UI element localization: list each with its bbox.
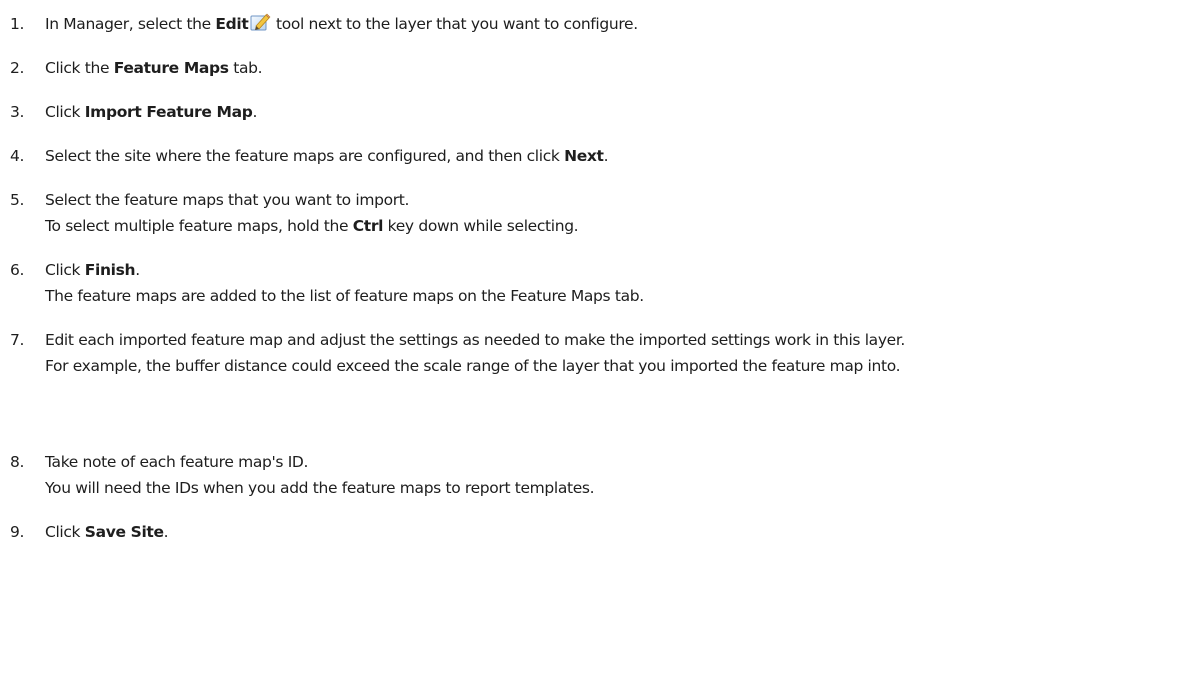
step-number: 4. — [10, 147, 25, 165]
step-text: Edit each imported feature map and adjus… — [45, 331, 906, 349]
step-1: 1. In Manager, select the Edit tool next… — [10, 11, 1186, 37]
step-text: In Manager, select the Edit tool next to… — [45, 11, 1186, 37]
ui-label: Import Feature Map — [84, 103, 253, 121]
step-text: Take note of each feature map's ID. — [45, 453, 309, 471]
step-number: 9. — [10, 523, 25, 541]
step-text: Select the site where the feature maps a… — [45, 147, 609, 165]
step-6: 6. Click Finish. The feature maps are ad… — [10, 257, 1186, 309]
ui-label: Finish — [84, 261, 136, 279]
step-9: 9. Click Save Site. — [10, 519, 1186, 545]
pencil-edit-icon — [250, 12, 271, 32]
step-text: Click Save Site. — [45, 523, 169, 541]
procedure-steps: 1. In Manager, select the Edit tool next… — [0, 0, 1194, 675]
step-number: 8. — [10, 453, 25, 471]
ui-label: Next — [564, 147, 604, 165]
step-text: Click Finish. — [45, 261, 140, 279]
step-4: 4. Select the site where the feature map… — [10, 143, 1186, 169]
ui-label: Save Site — [84, 523, 164, 541]
step-2: 2. Click the Feature Maps tab. — [10, 55, 1186, 81]
step-note: For example, the buffer distance could e… — [45, 357, 901, 375]
step-note: To select multiple feature maps, hold th… — [45, 217, 579, 235]
step-text: Click the Feature Maps tab. — [45, 59, 263, 77]
key-label: Ctrl — [352, 217, 384, 235]
step-text: Select the feature maps that you want to… — [45, 191, 410, 209]
step-note: The feature maps are added to the list o… — [45, 287, 644, 305]
ui-label: Feature Maps — [113, 59, 229, 77]
step-5: 5. Select the feature maps that you want… — [10, 187, 1186, 239]
step-7: 7. Edit each imported feature map and ad… — [10, 327, 1186, 379]
step-number: 3. — [10, 103, 25, 121]
step-number: 5. — [10, 191, 25, 209]
step-number: 1. — [10, 15, 25, 33]
step-8: 8. Take note of each feature map's ID. Y… — [10, 449, 1186, 501]
edit-label: Edit — [215, 15, 249, 33]
step-note: You will need the IDs when you add the f… — [45, 479, 595, 497]
step-number: 7. — [10, 331, 25, 349]
step-number: 6. — [10, 261, 25, 279]
step-number: 2. — [10, 59, 25, 77]
step-text: Click Import Feature Map. — [45, 103, 258, 121]
step-3: 3. Click Import Feature Map. — [10, 99, 1186, 125]
